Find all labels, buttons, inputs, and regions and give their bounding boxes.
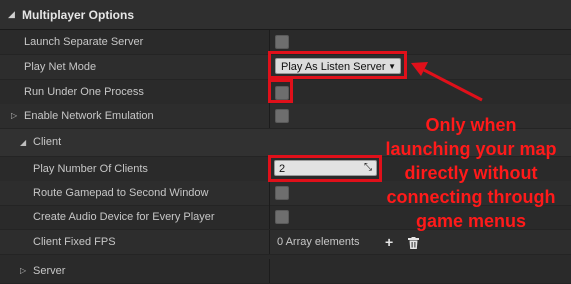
annotation-line: connecting through (386, 187, 556, 207)
annotation-line: Only when (425, 115, 517, 135)
annotation-line: launching your map (385, 139, 557, 159)
details-panel: ◢ Multiplayer Options Launch Separate Se… (0, 0, 571, 284)
annotation-line: game menus (415, 211, 527, 231)
annotation-line: directly without (404, 163, 538, 183)
annotation-note: Only when launching your map directly wi… (372, 113, 570, 233)
